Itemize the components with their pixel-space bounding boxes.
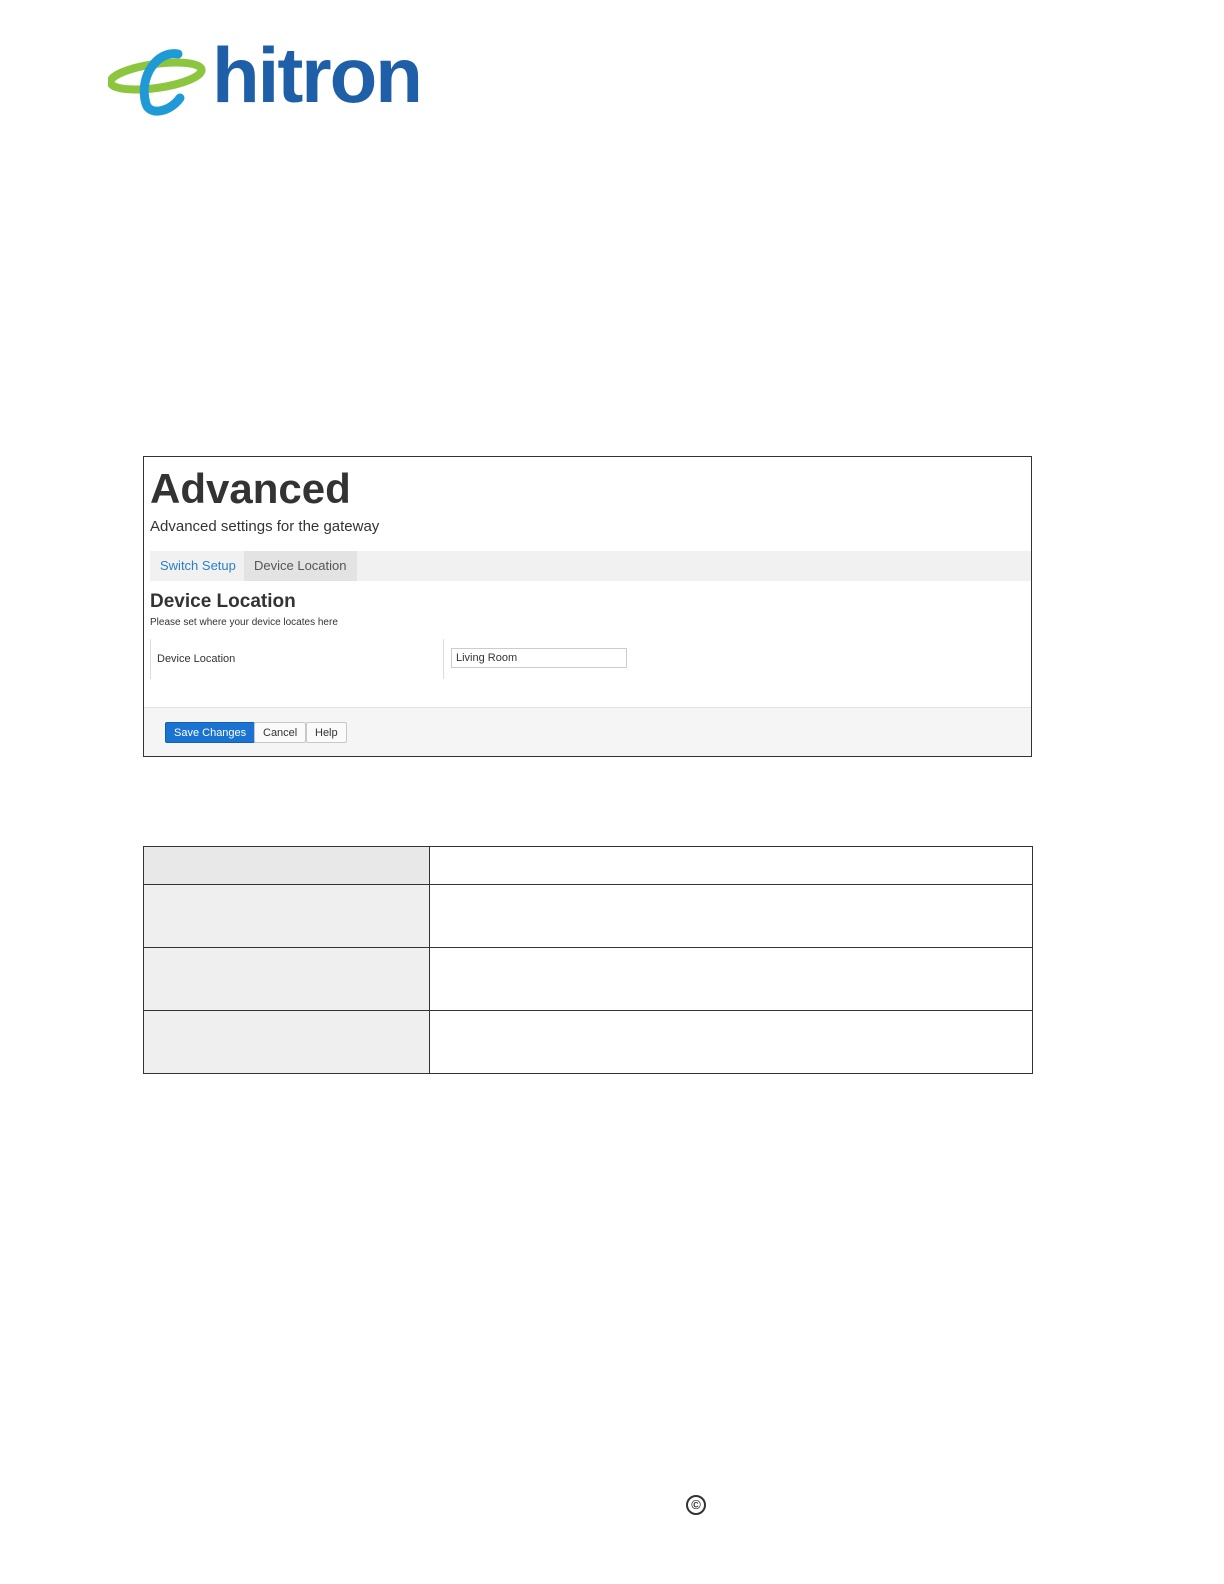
cancel-button[interactable]: Cancel xyxy=(254,722,307,743)
device-location-input[interactable] xyxy=(451,648,627,668)
table-row xyxy=(143,884,1033,948)
logo-wordmark: hitron xyxy=(212,31,423,119)
table-cell xyxy=(143,1010,430,1074)
page-title: Advanced xyxy=(150,465,351,512)
table-cell xyxy=(143,884,430,948)
table-cell xyxy=(143,947,430,1011)
table-cell xyxy=(429,947,1033,1011)
row-divider xyxy=(150,639,151,679)
device-location-label: Device Location xyxy=(157,653,236,665)
help-button[interactable]: Help xyxy=(306,722,347,743)
table-row xyxy=(143,947,1033,1011)
hitron-logo: hitron xyxy=(108,36,428,120)
advanced-page-screenshot: Advanced Advanced settings for the gatew… xyxy=(143,456,1032,757)
table-cell xyxy=(429,1010,1033,1074)
table-header-cell xyxy=(143,846,430,885)
tab-switch-setup[interactable]: Switch Setup xyxy=(150,551,246,581)
column-divider xyxy=(443,639,444,679)
table-header-cell xyxy=(429,846,1033,885)
logo-swoosh-icon xyxy=(108,49,206,116)
table-cell xyxy=(429,884,1033,948)
section-title: Device Location xyxy=(150,591,296,612)
copyright-icon: © xyxy=(686,1495,706,1515)
description-table xyxy=(143,846,1033,1074)
table-row xyxy=(143,1010,1033,1074)
table-header-row xyxy=(143,846,1033,885)
tab-device-location[interactable]: Device Location xyxy=(244,551,357,581)
save-changes-button[interactable]: Save Changes xyxy=(165,722,256,743)
button-bar: Save Changes Cancel Help xyxy=(144,707,1031,756)
tab-bar: Switch Setup Device Location xyxy=(150,551,1031,581)
section-description: Please set where your device locates her… xyxy=(150,617,338,628)
page-subtitle: Advanced settings for the gateway xyxy=(150,518,380,535)
